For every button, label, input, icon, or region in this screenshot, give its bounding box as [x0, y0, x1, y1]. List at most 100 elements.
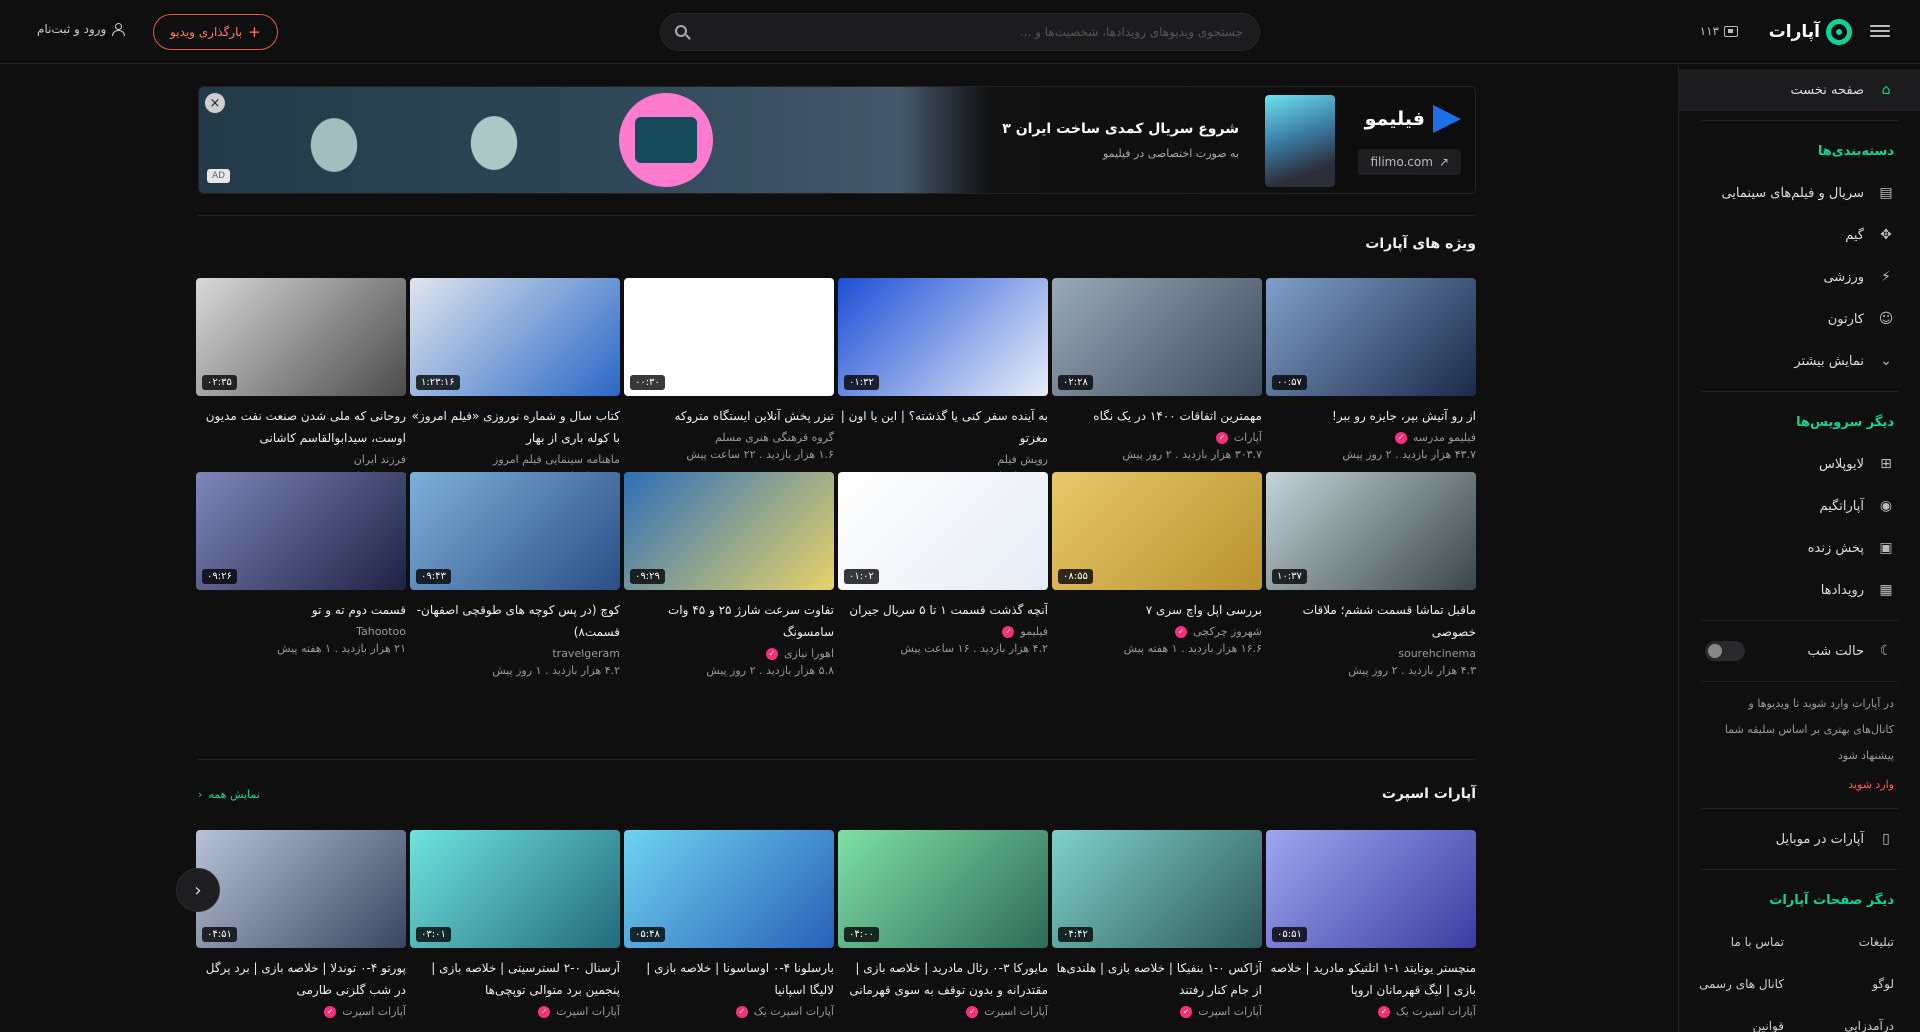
carousel-next-button[interactable]: ‹: [176, 868, 220, 912]
video-title[interactable]: آنچه گذشت قسمت ۱ تا ۵ سریال جیران: [838, 599, 1048, 621]
video-channel[interactable]: گروه فرهنگی هنری مسلم: [624, 431, 834, 444]
video-thumbnail[interactable]: ۰۲:۲۸: [1052, 278, 1262, 396]
video-thumbnail[interactable]: ۰۴:۰۰: [838, 830, 1048, 948]
video-channel[interactable]: آپارات اسپرت یک ✓: [1266, 1005, 1476, 1018]
video-channel[interactable]: شهروز چرکچی ✓: [1052, 625, 1262, 638]
video-thumbnail[interactable]: ۰۵:۵۱: [1266, 830, 1476, 948]
video-card[interactable]: ۰۲:۲۸ مهمترین اتفاقات ۱۴۰۰ در یک نگاه آپار…: [1052, 278, 1262, 461]
video-title[interactable]: تفاوت سرعت شارژ ۲۵ و ۴۵ وات سامسونگ: [624, 599, 834, 643]
hamburger-menu-icon[interactable]: [1870, 22, 1890, 40]
page-link-ads[interactable]: تبلیغات: [1784, 921, 1894, 963]
login-register-button[interactable]: ورود و ثبت‌نام: [37, 22, 126, 36]
video-title[interactable]: تیزر پخش آنلاین ایستگاه متروکه: [624, 405, 834, 427]
video-title[interactable]: از رو آتیش بپر، جایزه رو ببر!: [1266, 405, 1476, 427]
video-card[interactable]: ۰۴:۰۰ مایورکا ۳-۰ رئال مادرید | خلاصه باز…: [838, 830, 1048, 1018]
video-title[interactable]: بارسلونا ۴-۰ اوساسونا | خلاصه بازی | لال…: [624, 957, 834, 1001]
video-title[interactable]: کتاب سال و شماره نوروزی «فیلم امروز» با …: [410, 405, 620, 449]
video-channel[interactable]: فرزند ایران: [196, 453, 406, 466]
video-channel[interactable]: فیلیمو مدرسه ✓: [1266, 431, 1476, 444]
page-link-logo[interactable]: لوگو: [1784, 963, 1894, 1005]
video-thumbnail[interactable]: ۱:۲۳:۱۶: [410, 278, 620, 396]
video-channel[interactable]: آپارات اسپرت ✓: [838, 1005, 1048, 1018]
show-all-link[interactable]: نمایش همه ‹: [198, 788, 260, 801]
video-channel[interactable]: travelgeram: [410, 647, 620, 660]
sidebar-login-link[interactable]: وارد شوید: [1679, 769, 1920, 799]
tv-channel-link[interactable]: ۱۱۳: [1700, 24, 1738, 38]
video-card[interactable]: ۰۴:۵۱ پورتو ۴-۰ توندلا | خلاصه بازی | برد…: [196, 830, 406, 1018]
search-input[interactable]: [725, 14, 1245, 50]
video-title[interactable]: منچستر یونایتد ۱-۱ اتلتیکو مادرید | خلاص…: [1266, 957, 1477, 1001]
sidebar-item-liveplus[interactable]: ⊞ لایوپلاس: [1679, 443, 1920, 485]
video-thumbnail[interactable]: ۰۳:۰۱: [410, 830, 620, 948]
video-card[interactable]: ۰۹:۲۶ قسمت دوم ته و تو Tahootoo ۲۱ هزار باز…: [196, 472, 406, 655]
video-channel[interactable]: فیلیمو ✓: [838, 625, 1048, 638]
sidebar-show-more[interactable]: ⌄ نمایش بیشتر: [1679, 340, 1920, 382]
video-title[interactable]: قسمت دوم ته و تو: [196, 599, 406, 621]
aparat-logo[interactable]: آپارات: [1769, 18, 1852, 46]
sidebar-item-live[interactable]: ▣ پخش زنده: [1679, 527, 1920, 569]
video-card[interactable]: ۰۴:۴۲ آژاکس ۰-۱ بنفیکا | خلاصه بازی | هلن…: [1052, 830, 1262, 1018]
video-channel[interactable]: ماهنامه سینمایی فیلم امروز: [410, 453, 620, 466]
video-title[interactable]: روحانی که ملی شدن صنعت نفت مدیون اوست، س…: [196, 405, 406, 449]
video-channel[interactable]: آپارات اسپرت یک ✓: [624, 1005, 834, 1018]
ad-close-icon[interactable]: ×: [205, 93, 225, 113]
night-mode-toggle[interactable]: [1705, 641, 1745, 661]
video-title[interactable]: مایورکا ۳-۰ رئال مادرید | خلاصه بازی | م…: [838, 957, 1048, 1001]
page-link-official-channels[interactable]: کانال های رسمی: [1679, 963, 1784, 1005]
video-channel[interactable]: sourehcinema: [1266, 647, 1476, 660]
video-card[interactable]: ۰۱:۳۲ به آینده سفر کنی یا گذشته؟ | این یا…: [838, 278, 1048, 483]
video-card[interactable]: ۰۲:۳۵ روحانی که ملی شدن صنعت نفت مدیون او…: [196, 278, 406, 483]
video-card[interactable]: ۰۳:۰۱ آرسنال ۰-۲ لسترسیتی | خلاصه بازی | …: [410, 830, 620, 1018]
sidebar-item-sport[interactable]: ⚡ ورزشی: [1679, 256, 1920, 298]
video-channel[interactable]: آپارات اسپرت ✓: [410, 1005, 620, 1018]
video-channel[interactable]: اهورا نیازی ✓: [624, 647, 834, 660]
sidebar-item-game[interactable]: ✥ گیم: [1679, 214, 1920, 256]
video-title[interactable]: پورتو ۴-۰ توندلا | خلاصه بازی | برد پرگل…: [196, 957, 406, 1001]
upload-video-button[interactable]: + بارگذاری ویدیو: [153, 14, 278, 50]
video-thumbnail[interactable]: ۱۰:۳۷: [1266, 472, 1476, 590]
video-thumbnail[interactable]: ۰۹:۲۶: [196, 472, 406, 590]
video-channel[interactable]: رویش فیلم: [838, 453, 1048, 466]
search-icon[interactable]: [675, 25, 687, 37]
page-link-contact[interactable]: تماس با ما: [1679, 921, 1784, 963]
video-card[interactable]: ۰۵:۴۸ بارسلونا ۴-۰ اوساسونا | خلاصه بازی …: [624, 830, 834, 1018]
ad-link[interactable]: ↗ filimo.com: [1358, 149, 1461, 175]
sidebar-item-movies[interactable]: ▤ سریال و فیلم‌های سینمایی: [1679, 172, 1920, 214]
page-link-rules[interactable]: قوانین: [1679, 1005, 1784, 1032]
video-title[interactable]: کوچ (در پس کوچه های طوقچی اصفهان- قسمت۸): [410, 599, 620, 643]
video-title[interactable]: به آینده سفر کنی یا گذشته؟ | این یا اون …: [838, 405, 1048, 449]
ad-banner[interactable]: × AD فیلیمو ↗ filimo.com شروع سریال کمدی…: [198, 86, 1476, 194]
page-link-monetization[interactable]: درآمدزایی: [1784, 1005, 1894, 1032]
video-thumbnail[interactable]: ۰۰:۳۰: [624, 278, 834, 396]
video-card[interactable]: ۰۱:۰۲ آنچه گذشت قسمت ۱ تا ۵ سریال جیران فی…: [838, 472, 1048, 655]
video-card[interactable]: ۰۰:۳۰ تیزر پخش آنلاین ایستگاه متروکه گروه …: [624, 278, 834, 461]
sidebar-item-home[interactable]: ⌂ صفحه نخست: [1679, 69, 1920, 111]
video-channel[interactable]: آپارات ✓: [1052, 431, 1262, 444]
video-card[interactable]: ۰۸:۵۵ بررسی اپل واچ سری ۷ شهروز چرکچی ✓ ۱۶.۶…: [1052, 472, 1262, 655]
video-title[interactable]: آرسنال ۰-۲ لسترسیتی | خلاصه بازی | پنجمی…: [410, 957, 620, 1001]
video-title[interactable]: بررسی اپل واچ سری ۷: [1052, 599, 1262, 621]
sidebar-item-events[interactable]: ▦ رویدادها: [1679, 569, 1920, 611]
video-thumbnail[interactable]: ۰۹:۴۳: [410, 472, 620, 590]
video-thumbnail[interactable]: ۰۱:۳۲: [838, 278, 1048, 396]
video-title[interactable]: آژاکس ۰-۱ بنفیکا | خلاصه بازی | هلندی‌ها…: [1052, 957, 1262, 1001]
video-card[interactable]: ۰۵:۵۱ منچستر یونایتد ۱-۱ اتلتیکو مادرید |…: [1266, 830, 1476, 1018]
video-thumbnail[interactable]: ۰۸:۵۵: [1052, 472, 1262, 590]
video-card[interactable]: ۰۰:۵۷ از رو آتیش بپر، جایزه رو ببر! فیلیمو…: [1266, 278, 1476, 461]
video-thumbnail[interactable]: ۰۴:۵۱: [196, 830, 406, 948]
video-card[interactable]: ۰۹:۴۳ کوچ (در پس کوچه های طوقچی اصفهان- ق…: [410, 472, 620, 677]
video-thumbnail[interactable]: ۰۰:۵۷: [1266, 278, 1476, 396]
sidebar-item-mobile[interactable]: ▯ آپارات در موبایل: [1679, 818, 1920, 860]
video-thumbnail[interactable]: ۰۲:۳۵: [196, 278, 406, 396]
video-thumbnail[interactable]: ۰۴:۴۲: [1052, 830, 1262, 948]
video-channel[interactable]: آپارات اسپرت ✓: [196, 1005, 406, 1018]
video-thumbnail[interactable]: ۰۵:۴۸: [624, 830, 834, 948]
video-thumbnail[interactable]: ۰۹:۲۹: [624, 472, 834, 590]
video-card[interactable]: ۰۹:۲۹ تفاوت سرعت شارژ ۲۵ و ۴۵ وات سامسونگ…: [624, 472, 834, 677]
sidebar-item-aparatgame[interactable]: ◉ آپاراتگیم: [1679, 485, 1920, 527]
video-card[interactable]: ۱:۲۳:۱۶ کتاب سال و شماره نوروزی «فیلم امر…: [410, 278, 620, 483]
video-card[interactable]: ۱۰:۳۷ ماقبل تماشا قسمت ششم؛ ملاقات خصوصی s…: [1266, 472, 1476, 677]
video-channel[interactable]: آپارات اسپرت ✓: [1052, 1005, 1262, 1018]
sidebar-item-cartoon[interactable]: ☺ کارتون: [1679, 298, 1920, 340]
video-title[interactable]: ماقبل تماشا قسمت ششم؛ ملاقات خصوصی: [1266, 599, 1476, 643]
